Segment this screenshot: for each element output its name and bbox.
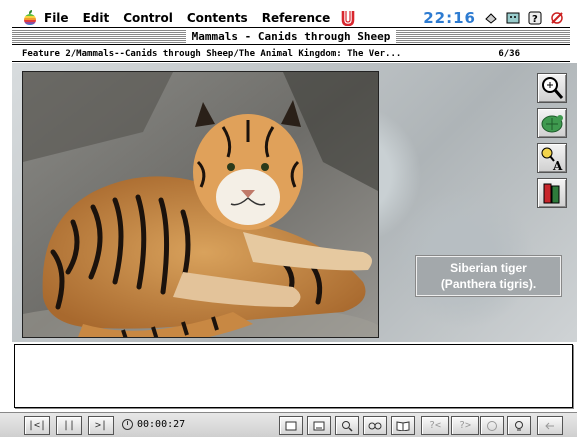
app-logo-icon[interactable] bbox=[340, 10, 356, 26]
zoom-button[interactable] bbox=[537, 73, 567, 103]
pause-button[interactable]: || bbox=[56, 416, 82, 435]
zoom-in-icon bbox=[542, 77, 564, 99]
app-window: File Edit Control Contents Reference 22:… bbox=[0, 0, 577, 437]
help-icon[interactable]: ? bbox=[528, 11, 542, 25]
books-button[interactable] bbox=[537, 178, 567, 208]
menu-bar: File Edit Control Contents Reference 22:… bbox=[12, 8, 570, 28]
menu-contents[interactable]: Contents bbox=[187, 11, 248, 25]
search-button[interactable] bbox=[335, 416, 359, 435]
application-icon[interactable] bbox=[550, 11, 564, 25]
drive-icon[interactable] bbox=[484, 11, 498, 25]
window-button[interactable] bbox=[279, 416, 303, 435]
svg-text:?: ? bbox=[532, 14, 538, 25]
bottom-toolbar: |<| || >| 00:00:27 ?< ?> bbox=[0, 412, 577, 437]
back-arrow-icon bbox=[545, 422, 554, 429]
books-icon bbox=[543, 183, 560, 204]
rewind-button[interactable]: |<| bbox=[24, 416, 50, 435]
link-button[interactable] bbox=[363, 416, 387, 435]
back-search-button[interactable]: ?< bbox=[421, 416, 449, 435]
menu-file[interactable]: File bbox=[44, 11, 69, 25]
page-counter: 6/36 bbox=[498, 48, 520, 59]
svg-text:A: A bbox=[552, 159, 563, 172]
elapsed-timer: 00:00:27 bbox=[122, 419, 185, 430]
find-text-icon: A bbox=[541, 147, 563, 173]
finder-icon[interactable] bbox=[506, 11, 520, 25]
link-icon bbox=[368, 422, 382, 429]
tiger-photo[interactable] bbox=[22, 71, 379, 338]
turtle-icon bbox=[541, 115, 563, 133]
window-icon bbox=[285, 421, 297, 430]
menu-control[interactable]: Control bbox=[123, 11, 173, 25]
back-button[interactable] bbox=[537, 416, 563, 435]
hint-button[interactable] bbox=[507, 416, 531, 435]
animal-button[interactable] bbox=[537, 108, 567, 138]
step-forward-button[interactable]: >| bbox=[88, 416, 114, 435]
window-title-bar[interactable]: Mammals - Canids through Sheep bbox=[12, 29, 570, 45]
history-button[interactable] bbox=[480, 416, 504, 435]
menu-reference[interactable]: Reference bbox=[262, 11, 331, 25]
menubar-clock: 22:16 bbox=[423, 8, 476, 27]
path-bar: Feature 2/Mammals--Canids through Sheep/… bbox=[12, 46, 570, 62]
caption-scientific-name: (Panthera tigris). bbox=[440, 277, 537, 291]
tiger-image bbox=[23, 72, 378, 337]
book-icon bbox=[396, 420, 410, 431]
history-icon bbox=[487, 420, 497, 431]
clock-icon bbox=[122, 419, 133, 430]
apple-menu-icon[interactable] bbox=[22, 9, 38, 26]
menu-edit[interactable]: Edit bbox=[83, 11, 110, 25]
image-caption: Siberian tiger (Panthera tigris). bbox=[416, 256, 561, 296]
lightbulb-icon bbox=[515, 420, 523, 430]
caption-button[interactable] bbox=[307, 416, 331, 435]
window-title: Mammals - Canids through Sheep bbox=[185, 30, 397, 43]
breadcrumb-path: Feature 2/Mammals--Canids through Sheep/… bbox=[22, 48, 402, 59]
book-button[interactable] bbox=[391, 416, 415, 435]
text-panel[interactable] bbox=[14, 344, 573, 408]
forward-search-button[interactable]: ?> bbox=[451, 416, 479, 435]
search-icon bbox=[342, 420, 353, 432]
caption-icon bbox=[313, 421, 325, 430]
find-text-button[interactable]: A bbox=[537, 143, 567, 173]
content-area: A Siberian tiger (Panthera tigris). bbox=[12, 63, 577, 342]
caption-common-name: Siberian tiger bbox=[450, 261, 527, 275]
